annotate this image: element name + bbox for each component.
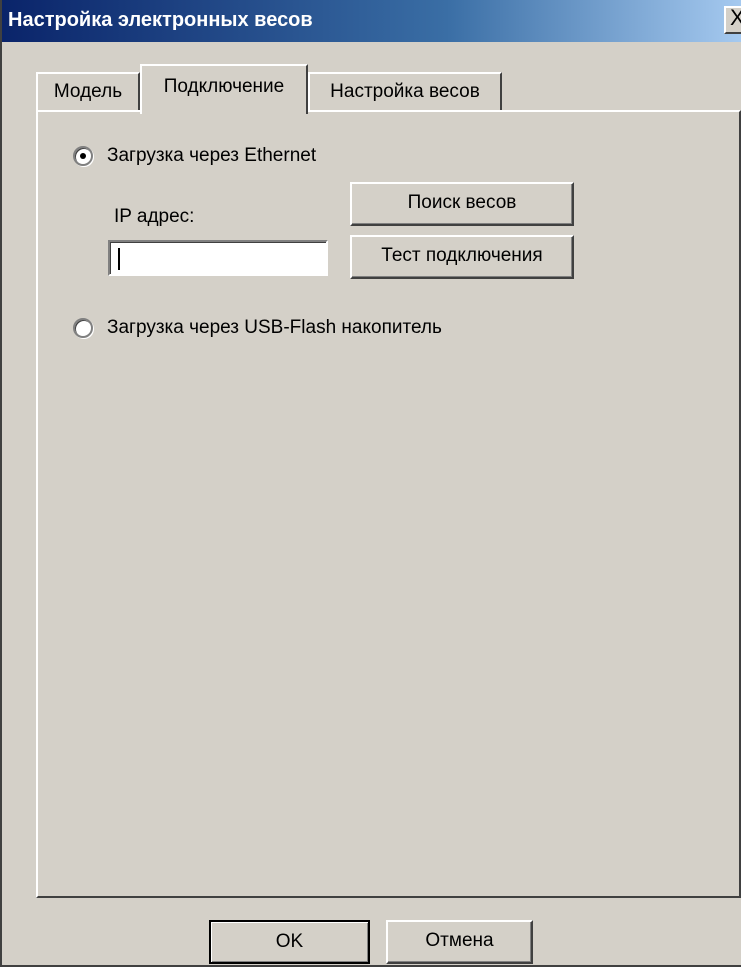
close-icon: X — [730, 5, 741, 30]
tab-panel — [36, 110, 741, 898]
settings-dialog: Настройка электронных весов X Модель Под… — [0, 0, 741, 967]
text-caret — [118, 248, 120, 270]
ip-address-label: IP адрес: — [114, 206, 195, 227]
tab-model[interactable]: Модель — [36, 72, 140, 112]
usb-flash-radio[interactable] — [73, 318, 93, 338]
ethernet-radio-label[interactable]: Загрузка через Ethernet — [107, 145, 316, 167]
ok-button[interactable]: OK — [209, 920, 370, 964]
title-bar[interactable]: Настройка электронных весов X — [2, 0, 741, 42]
test-connection-button[interactable]: Тест подключения — [350, 235, 574, 279]
window-title: Настройка электронных весов — [8, 9, 313, 31]
ethernet-radio[interactable] — [73, 146, 93, 166]
ip-address-input[interactable] — [108, 240, 328, 276]
tab-connection[interactable]: Подключение — [140, 64, 308, 114]
search-scales-button[interactable]: Поиск весов — [350, 182, 574, 226]
cancel-button[interactable]: Отмена — [386, 920, 533, 964]
tab-scale-settings[interactable]: Настройка весов — [308, 72, 502, 112]
close-button[interactable]: X — [724, 6, 741, 34]
usb-flash-radio-label[interactable]: Загрузка через USB-Flash накопитель — [107, 317, 442, 339]
